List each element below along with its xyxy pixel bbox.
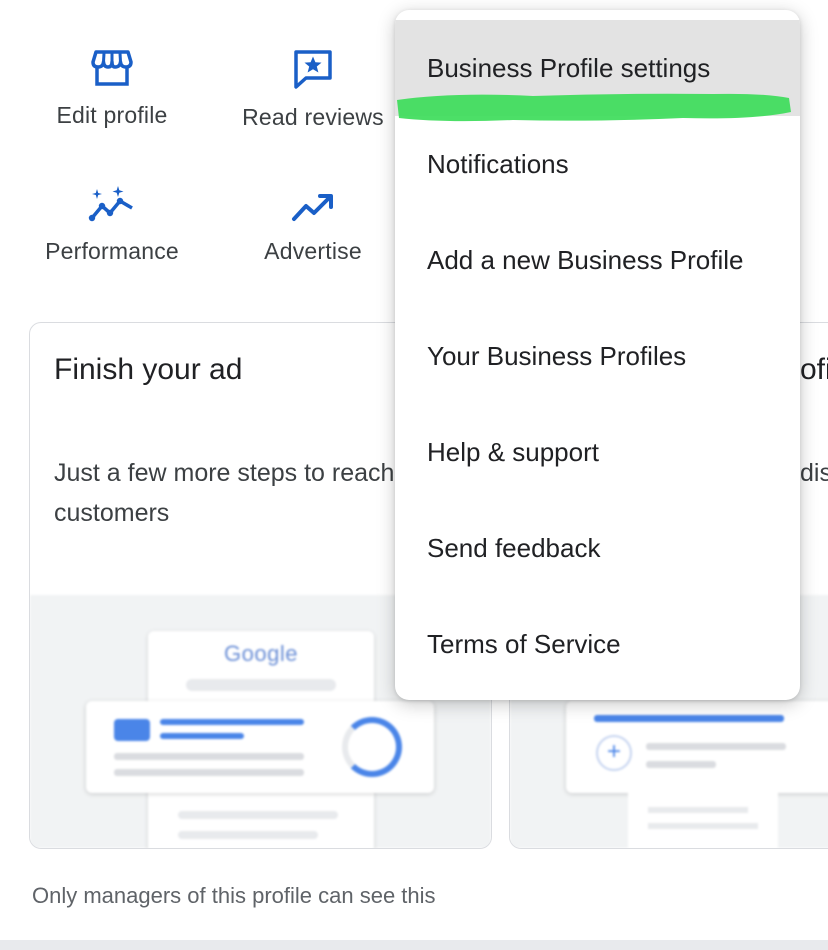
managers-only-note: Only managers of this profile can see th… bbox=[32, 883, 436, 908]
menu-item-add-business-profile[interactable]: Add a new Business Profile bbox=[395, 212, 800, 308]
card-title: ofil bbox=[800, 353, 828, 386]
performance-button[interactable]: Performance bbox=[17, 186, 207, 265]
trending-up-icon bbox=[292, 194, 333, 221]
highlighter-mark bbox=[397, 93, 791, 122]
menu-item-terms-of-service[interactable]: Terms of Service bbox=[395, 596, 800, 692]
advertise-button[interactable]: Advertise bbox=[218, 190, 408, 265]
performance-label: Performance bbox=[45, 238, 179, 264]
edit-profile-label: Edit profile bbox=[56, 102, 168, 128]
card-title: Finish your ad bbox=[54, 353, 243, 386]
menu-item-help-support[interactable]: Help & support bbox=[395, 404, 800, 500]
edit-profile-button[interactable]: Edit profile bbox=[17, 48, 207, 129]
card-description: dis bbox=[800, 459, 828, 487]
advertise-label: Advertise bbox=[264, 238, 362, 264]
bottom-divider bbox=[0, 940, 828, 950]
read-reviews-button[interactable]: Read reviews bbox=[218, 48, 408, 131]
menu-item-send-feedback[interactable]: Send feedback bbox=[395, 500, 800, 596]
menu-item-notifications[interactable]: Notifications bbox=[395, 116, 800, 212]
star-review-icon bbox=[294, 50, 332, 89]
menu-item-your-business-profiles[interactable]: Your Business Profiles bbox=[395, 308, 800, 404]
google-logo: Google bbox=[224, 641, 298, 666]
read-reviews-label: Read reviews bbox=[242, 104, 384, 130]
storefront-icon bbox=[91, 50, 133, 86]
sparkle-chart-icon bbox=[88, 186, 133, 222]
